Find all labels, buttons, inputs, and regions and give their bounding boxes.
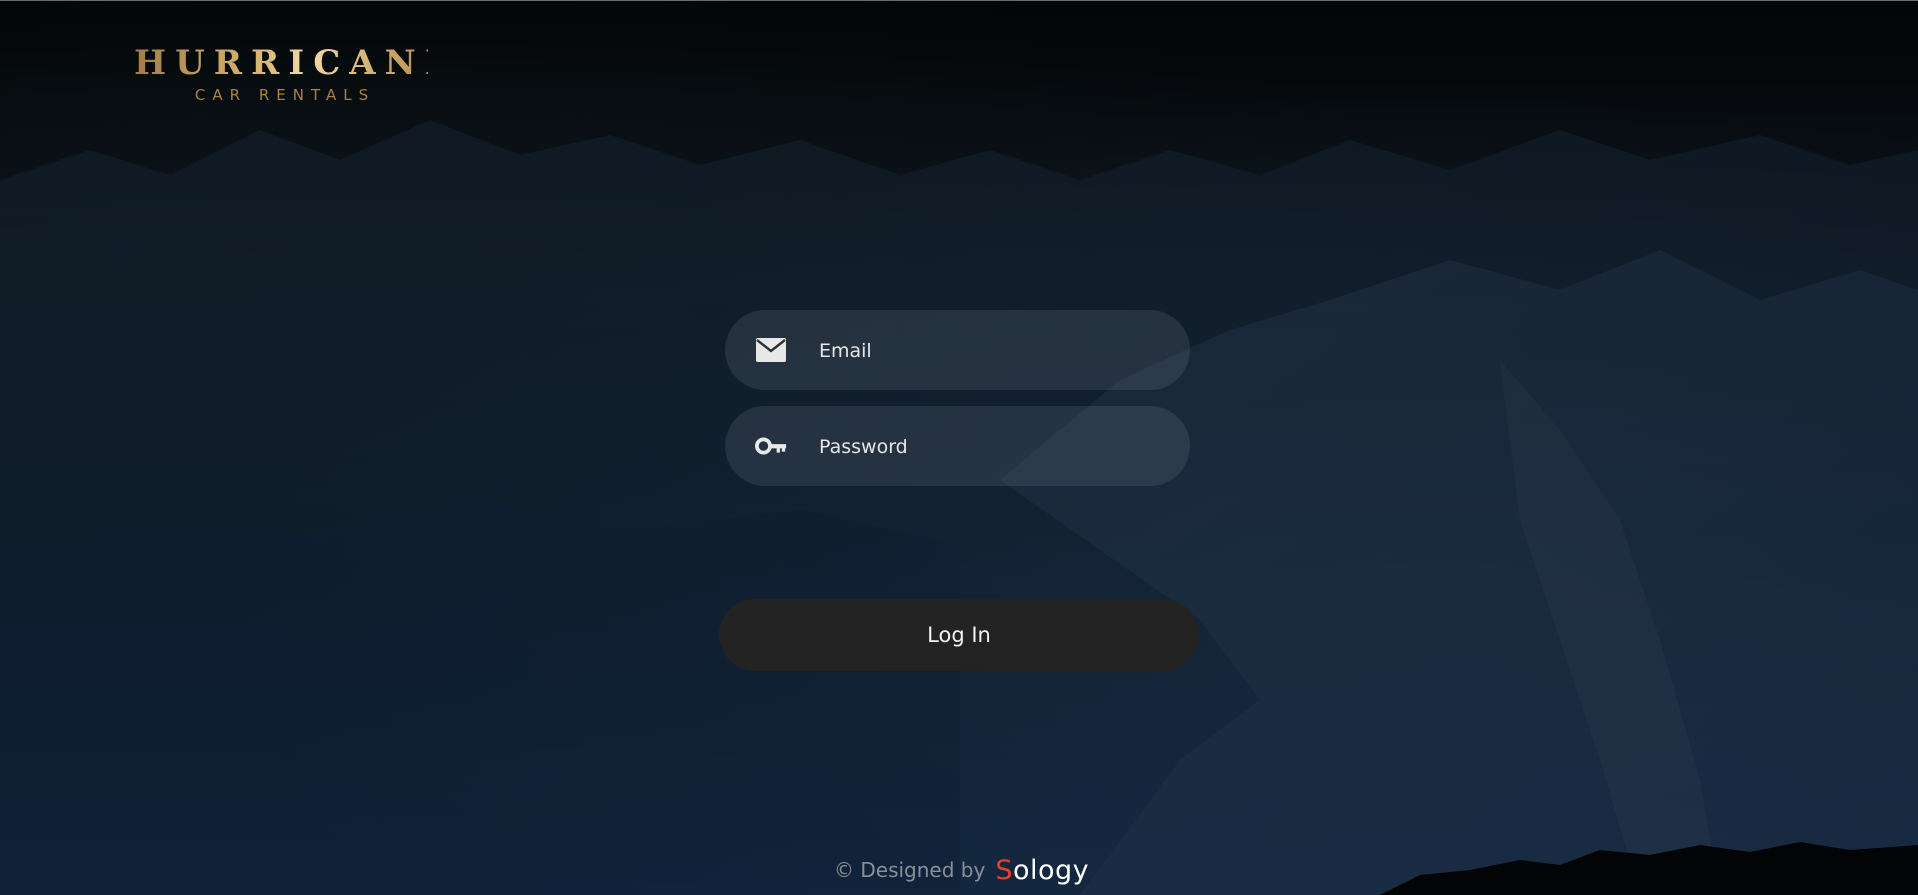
password-field-container — [725, 406, 1190, 488]
email-input[interactable] — [817, 310, 1161, 392]
logo-title: HURRICANE — [128, 44, 451, 82]
sology-logo[interactable]: Sology — [995, 857, 1089, 884]
key-icon — [755, 430, 787, 462]
email-field-container — [725, 310, 1190, 392]
brand-logo: HURRICANE CAR RENTALS — [128, 44, 451, 104]
login-button[interactable]: Log In — [719, 599, 1199, 671]
login-page: HURRICANE CAR RENTALS Log In © Designed … — [0, 0, 1918, 895]
footer-credit: © Designed by Sology — [834, 854, 1089, 886]
sology-rest: ology — [1012, 854, 1090, 886]
mail-icon — [755, 334, 787, 366]
logo-subtitle: CAR RENTALS — [194, 86, 376, 104]
sology-s-letter: S — [995, 854, 1013, 886]
sology-wordmark: Sology — [995, 857, 1089, 884]
footer-text: © Designed by — [834, 858, 986, 882]
password-input[interactable] — [817, 406, 1161, 488]
